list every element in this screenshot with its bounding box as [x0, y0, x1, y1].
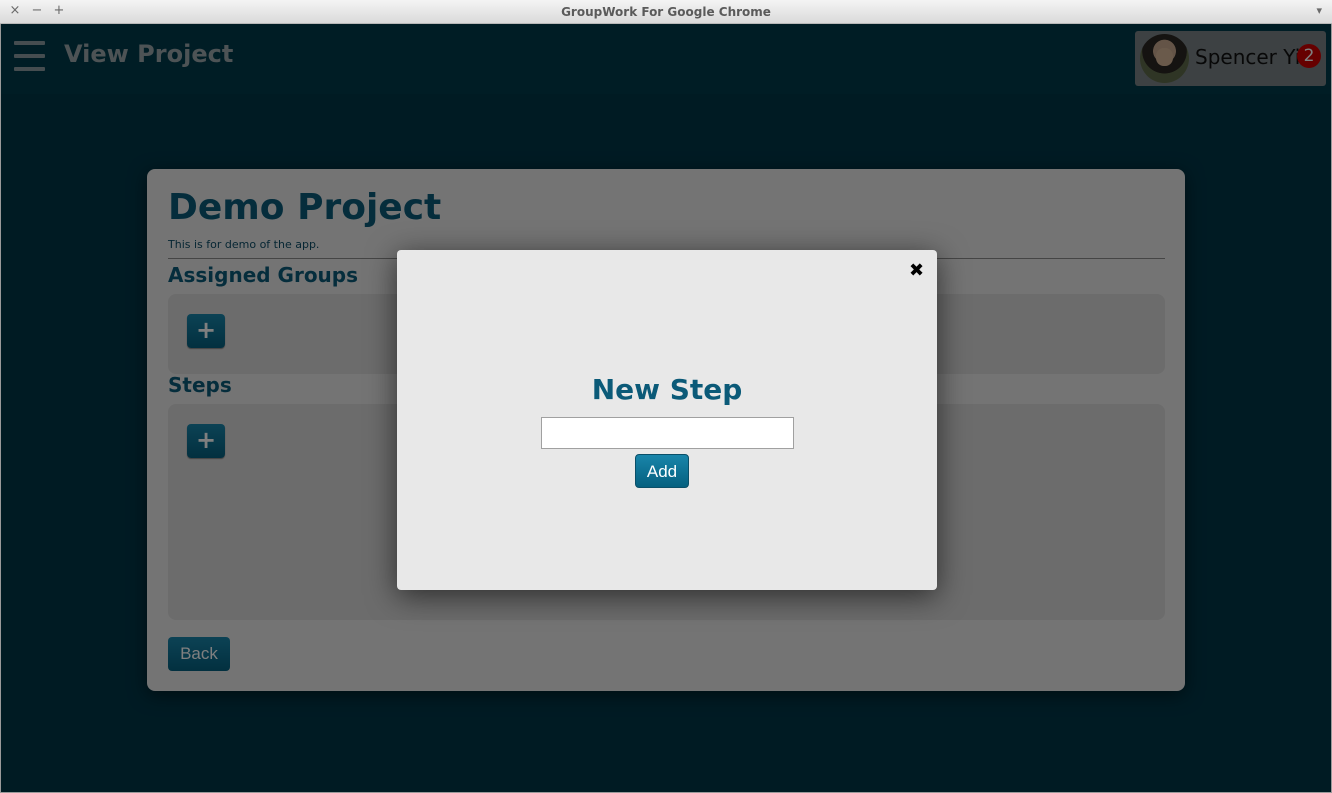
- window-menu-icon[interactable]: ▾: [1316, 4, 1322, 17]
- close-icon[interactable]: ✖: [909, 260, 924, 281]
- dialog-title: New Step: [591, 373, 743, 406]
- step-name-input[interactable]: [541, 417, 794, 449]
- window-title: GroupWork For Google Chrome: [561, 5, 771, 19]
- add-button[interactable]: Add: [635, 454, 689, 488]
- window-titlebar: × − + GroupWork For Google Chrome ▾: [0, 0, 1332, 24]
- new-step-dialog: ✖ New Step Add: [397, 250, 937, 590]
- app-root: View Project Spencer Yi 2 Demo Project T…: [0, 24, 1332, 793]
